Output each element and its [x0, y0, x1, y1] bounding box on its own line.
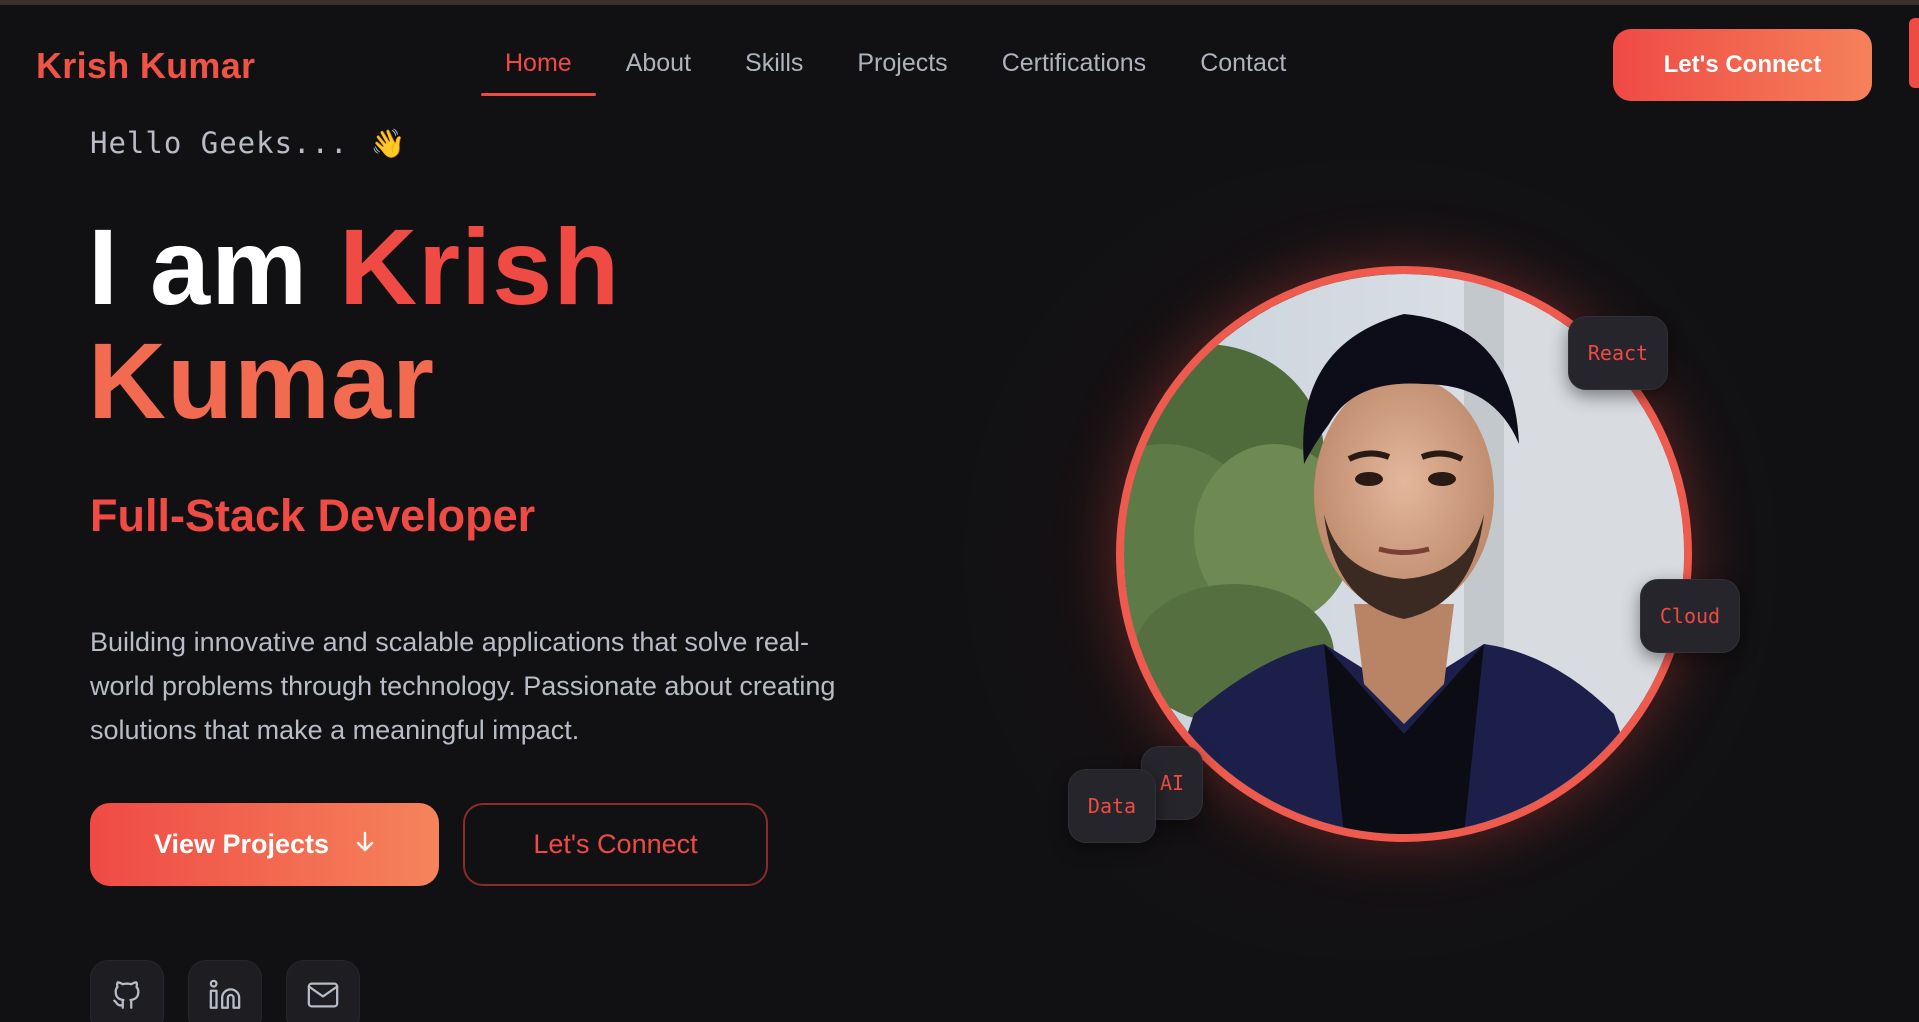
waving-hand-icon: 👋 — [370, 126, 407, 160]
nav-item-about[interactable]: About — [626, 45, 691, 96]
navbar: Krish Kumar Home About Skills Projects C… — [0, 5, 1919, 125]
view-projects-label: View Projects — [153, 829, 330, 859]
greeting-text: Hello Geeks... — [90, 126, 349, 160]
nav-item-projects[interactable]: Projects — [857, 45, 947, 96]
view-projects-button[interactable]: View Projects — [90, 803, 439, 886]
linkedin-link[interactable] — [188, 960, 262, 1022]
headline-first-name: Krish — [339, 206, 621, 327]
hero-bio: Building innovative and scalable applica… — [90, 627, 836, 745]
email-link[interactable] — [286, 960, 360, 1022]
skill-chip-data: Data — [1068, 769, 1156, 843]
nav-item-skills[interactable]: Skills — [745, 45, 803, 96]
social-links — [90, 960, 384, 1022]
linkedin-icon — [208, 978, 242, 1017]
skill-chip-cloud: Cloud — [1640, 579, 1740, 653]
mail-icon — [306, 978, 340, 1017]
nav-menu: Home About Skills Projects Certification… — [481, 45, 1340, 96]
page: Krish Kumar Home About Skills Projects C… — [0, 0, 1919, 1022]
lets-connect-button[interactable]: Let's Connect — [463, 803, 768, 886]
lets-connect-nav-button[interactable]: Let's Connect — [1613, 29, 1872, 101]
greeting: Hello Geeks... 👋 — [90, 126, 406, 160]
github-icon — [110, 978, 144, 1017]
headline-prefix: I am — [88, 206, 309, 327]
nav-item-home[interactable]: Home — [481, 45, 596, 96]
skill-chip-react: React — [1568, 316, 1668, 390]
role-title: Full-Stack Developer — [90, 490, 536, 541]
nav-item-contact[interactable]: Contact — [1200, 45, 1286, 96]
brand-logo[interactable]: Krish Kumar — [36, 45, 255, 87]
nav-item-certifications[interactable]: Certifications — [1002, 45, 1147, 96]
arrow-down-icon — [355, 831, 375, 859]
hero-headline: I am Krish Kumar — [88, 210, 620, 438]
headline-last-name: Kumar — [88, 320, 436, 441]
github-link[interactable] — [90, 960, 164, 1022]
